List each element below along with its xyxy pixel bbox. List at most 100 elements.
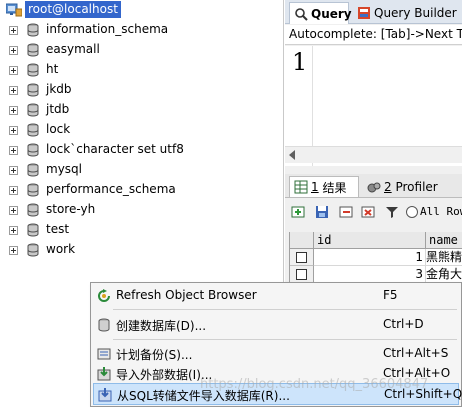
- database-icon: [27, 243, 39, 257]
- tab-profiler-label: Profiler: [395, 179, 438, 194]
- tab-profiler[interactable]: 2 Profiler: [363, 176, 462, 197]
- menu-item-shortcut: F5: [383, 288, 398, 302]
- tree-item-database[interactable]: easymall: [0, 40, 284, 60]
- tab-result-label: 结果: [322, 180, 347, 195]
- all-rows-label: All Rows: [420, 205, 462, 218]
- expand-icon[interactable]: [9, 45, 18, 55]
- database-icon: [27, 223, 39, 237]
- tree-item-database[interactable]: information_schema: [0, 20, 284, 40]
- expand-icon[interactable]: [9, 225, 18, 235]
- menu-item-shortcut: Ctrl+Alt+O: [383, 366, 451, 380]
- tab-query[interactable]: Query: [289, 2, 352, 24]
- tree-item-database[interactable]: performance_schema: [0, 180, 284, 200]
- cancel-changes-icon[interactable]: [361, 205, 375, 219]
- expand-icon[interactable]: [9, 85, 18, 95]
- result-tab-bar: 1 结果 2 Profiler: [285, 174, 462, 198]
- tab-result[interactable]: 1 结果: [289, 176, 359, 197]
- database-icon: [27, 23, 39, 37]
- autocomplete-hint: Autocomplete: [Tab]->Next Tag: [285, 25, 462, 45]
- database-icon: [27, 63, 39, 77]
- expand-icon[interactable]: [9, 205, 18, 215]
- database-icon: [27, 183, 39, 197]
- grid-corner-header: [290, 232, 314, 249]
- grid-cell-id[interactable]: 3: [314, 266, 426, 283]
- profiler-icon: [367, 182, 381, 192]
- expand-icon[interactable]: [9, 245, 18, 255]
- menu-item-label: 导入外部数据(I)...: [116, 368, 213, 382]
- menu-item-shortcut: Ctrl+Alt+S: [383, 346, 449, 360]
- context-menu: Refresh Object Browser F5 创建数据库(D)... Ct…: [90, 282, 462, 407]
- result-grid-icon: [294, 180, 308, 194]
- menu-item-label: Refresh Object Browser: [116, 288, 257, 302]
- expand-icon[interactable]: [9, 185, 18, 195]
- expand-icon[interactable]: [9, 65, 18, 75]
- menu-item-label: 创建数据库(D)...: [116, 319, 207, 333]
- menu-item-import-from-sql-dump[interactable]: 从SQL转储文件导入数据库(R)... Ctrl+Shift+Q: [93, 383, 462, 405]
- row-selector[interactable]: [290, 266, 314, 283]
- tree-item-database[interactable]: jtdb: [0, 100, 284, 120]
- grid-cell-id[interactable]: 1: [314, 249, 426, 266]
- expand-icon[interactable]: [9, 165, 18, 175]
- database-label: lock: [46, 122, 71, 136]
- tab-result-number: 1: [311, 180, 319, 194]
- tree-item-database[interactable]: work: [0, 240, 284, 260]
- tree-item-database[interactable]: lock`character set utf8: [0, 140, 284, 160]
- database-label: mysql: [46, 162, 82, 176]
- tree-item-database[interactable]: mysql: [0, 160, 284, 180]
- database-icon: [27, 163, 39, 177]
- expand-icon[interactable]: [9, 125, 18, 135]
- tab-query-builder[interactable]: Query Builder: [353, 2, 462, 24]
- database-icon: [27, 123, 39, 137]
- refresh-icon: [98, 289, 110, 302]
- menu-item-refresh-object-browser[interactable]: Refresh Object Browser F5: [93, 285, 459, 307]
- row-checkbox[interactable]: [296, 252, 307, 263]
- tab-query-builder-label: Query Builder: [374, 6, 457, 20]
- menu-item-schedule-backup[interactable]: 计划备份(S)... Ctrl+Alt+S: [93, 343, 459, 365]
- tree-item-database[interactable]: lock: [0, 120, 284, 140]
- database-icon: [27, 143, 39, 157]
- menu-item-shortcut: Ctrl+Shift+Q: [384, 387, 462, 401]
- database-label: information_schema: [46, 22, 169, 36]
- menu-item-import-external-data[interactable]: 导入外部数据(I)... Ctrl+Alt+O: [93, 363, 459, 385]
- menu-separator: [113, 339, 457, 340]
- grid-cell-name[interactable]: 金角大王: [426, 266, 462, 283]
- database-label: jtdb: [46, 102, 70, 116]
- expand-icon[interactable]: [9, 25, 18, 35]
- menu-item-label: 计划备份(S)...: [116, 348, 193, 362]
- filter-icon[interactable]: [385, 205, 399, 219]
- expand-icon[interactable]: [9, 145, 18, 155]
- server-icon: [6, 3, 22, 17]
- query-tab-bar: Query Query Builder: [285, 0, 462, 24]
- tree-item-database[interactable]: ht: [0, 60, 284, 80]
- database-label: performance_schema: [46, 182, 176, 196]
- save-icon[interactable]: [315, 205, 329, 219]
- tree-root-connection[interactable]: root@localhost: [0, 0, 284, 20]
- root-connection-label: root@localhost: [25, 1, 121, 18]
- query-icon: [295, 7, 308, 21]
- database-icon: [98, 318, 110, 332]
- tree-item-database[interactable]: jkdb: [0, 80, 284, 100]
- menu-item-create-database[interactable]: 创建数据库(D)... Ctrl+D: [93, 314, 459, 336]
- row-checkbox[interactable]: [296, 269, 307, 280]
- editor-horizontal-scrollbar[interactable]: [285, 146, 462, 163]
- scroll-left-arrow-icon[interactable]: [289, 150, 295, 160]
- grid-cell-name[interactable]: 黑熊精: [426, 249, 462, 266]
- database-label: store-yh: [46, 202, 96, 216]
- database-icon: [27, 203, 39, 217]
- tab-query-label: Query: [311, 6, 352, 21]
- tree-item-database[interactable]: test: [0, 220, 284, 240]
- database-icon: [27, 83, 39, 97]
- grid-column-header-id[interactable]: id: [314, 232, 426, 249]
- import-icon: [97, 367, 111, 381]
- database-label: jkdb: [46, 82, 72, 96]
- grid-column-header-name[interactable]: name: [426, 232, 462, 249]
- add-row-icon[interactable]: [291, 205, 305, 219]
- delete-row-icon[interactable]: [339, 205, 353, 219]
- all-rows-radio[interactable]: [406, 206, 418, 218]
- database-label: work: [46, 242, 76, 256]
- tree-item-database[interactable]: store-yh: [0, 200, 284, 220]
- expand-icon[interactable]: [9, 105, 18, 115]
- query-builder-icon: [358, 7, 370, 19]
- row-selector[interactable]: [290, 249, 314, 266]
- result-toolbar: All Rows: [285, 199, 462, 225]
